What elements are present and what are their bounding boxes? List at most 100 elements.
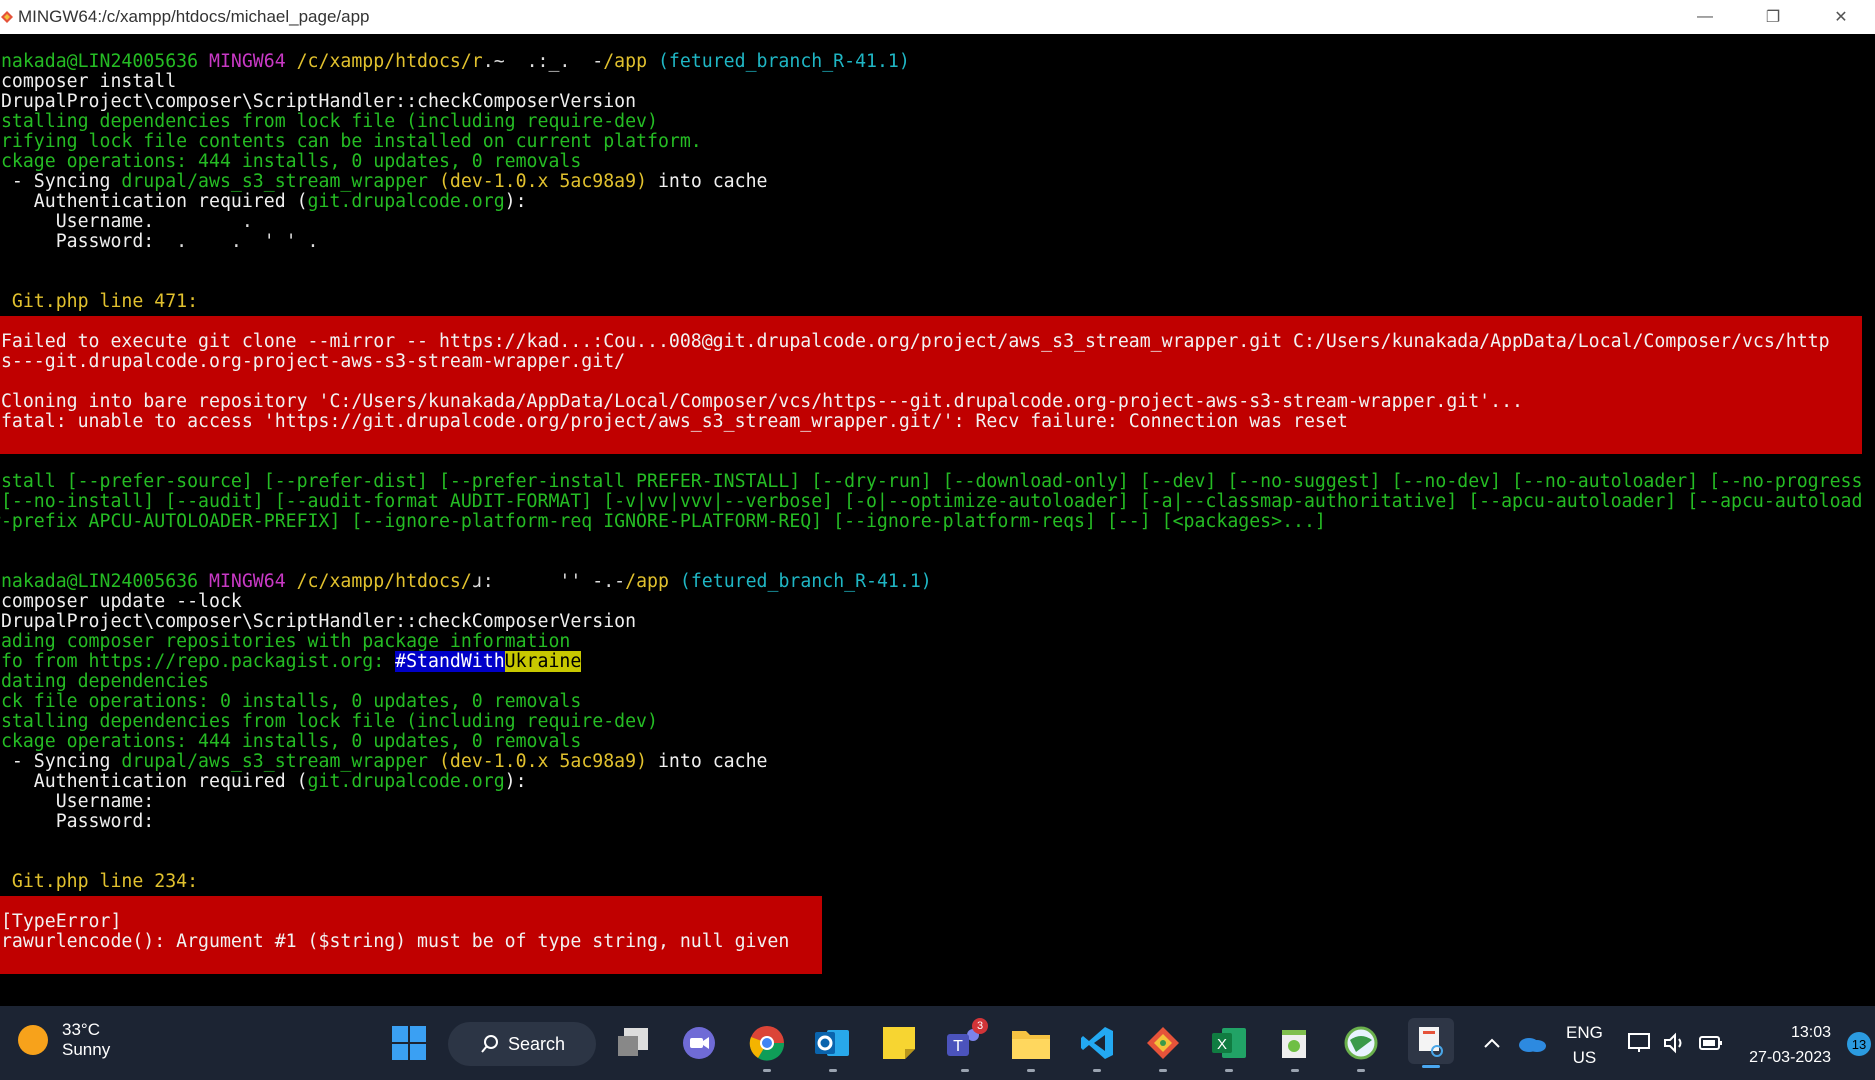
close-icon: ✕ [1834, 9, 1848, 26]
weather-condition: Sunny [62, 1040, 111, 1059]
svg-text:T: T [953, 1038, 963, 1055]
windows-icon [392, 1026, 426, 1060]
network-button[interactable] [1624, 1024, 1654, 1062]
video-chat-icon [683, 1027, 715, 1059]
output-line: n Git.php line 471: [0, 291, 199, 312]
file-explorer-button[interactable] [1012, 1024, 1050, 1072]
teams-button[interactable]: T 3 [946, 1018, 988, 1072]
weather-widget[interactable]: 33°C Sunny [18, 1020, 110, 1060]
sticky-notes-icon [883, 1027, 915, 1059]
running-indicator [1291, 1069, 1299, 1072]
snipping-tool-button[interactable] [1408, 1018, 1454, 1068]
onedrive-button[interactable] [1514, 1024, 1550, 1062]
onedrive-icon [1519, 1038, 1546, 1052]
output-line: Username: [0, 791, 155, 812]
vscode-icon [1081, 1027, 1113, 1059]
notepad-icon [1282, 1030, 1306, 1058]
excel-icon: X [1212, 1028, 1246, 1058]
window-title: MINGW64:/c/xampp/htdocs/michael_page/app [18, 7, 370, 26]
excel-button[interactable]: X [1210, 1024, 1248, 1072]
task-view-button[interactable] [614, 1024, 652, 1062]
taskbar: 33°C Sunny Search T 3 X ENG US 13:03 27-… [0, 1006, 1875, 1080]
language-indicator[interactable]: ENG US [1566, 1020, 1603, 1070]
speaker-icon [1664, 1032, 1682, 1054]
teams-chat-button[interactable] [680, 1024, 718, 1062]
search-label: Search [508, 1033, 566, 1054]
error-line: fatal: unable to access 'https://git.dru… [0, 411, 1348, 432]
minimize-button[interactable]: — [1671, 0, 1739, 34]
git-bash-icon [1, 11, 13, 23]
language-code: ENG [1566, 1023, 1603, 1042]
volume-button[interactable] [1660, 1024, 1690, 1062]
output-line: Username. . [0, 211, 253, 232]
browser-globe-button[interactable] [1342, 1024, 1380, 1072]
output-line: - Syncing drupal/aws_s3_stream_wrapper (… [0, 171, 768, 192]
task-view-icon [618, 1028, 648, 1056]
error-line: rawurlencode(): Argument #1 ($string) mu… [0, 931, 790, 952]
output-line: ackage operations: 444 installs, 0 updat… [0, 731, 582, 752]
output-line: Password: . . ' ' . [0, 231, 319, 252]
show-hidden-icons-button[interactable] [1477, 1024, 1507, 1062]
notification-badge[interactable]: 13 [1847, 1032, 1871, 1056]
sticky-notes-button[interactable] [880, 1024, 918, 1062]
running-indicator [1357, 1069, 1365, 1072]
output-line: pdating dependencies [0, 671, 209, 692]
error-line: s---git.drupalcode.org-project-aws-s3-st… [0, 351, 626, 372]
battery-icon [1699, 1036, 1722, 1050]
outlook-icon [815, 1030, 849, 1056]
git-icon [1147, 1027, 1179, 1059]
output-line: [--no-install] [--audit] [--audit-format… [0, 491, 1863, 512]
start-button[interactable] [390, 1024, 428, 1062]
close-button[interactable]: ✕ [1807, 0, 1875, 34]
running-indicator [961, 1069, 969, 1072]
globe-icon [1344, 1026, 1378, 1060]
output-line: nstalling dependencies from lock file (i… [0, 111, 658, 132]
clock-date: 27-03-2023 [1749, 1049, 1831, 1066]
error-line: Cloning into bare repository 'C:/Users/k… [0, 391, 1523, 412]
output-line: erifying lock file contents can be insta… [0, 131, 702, 152]
window-titlebar: MINGW64:/c/xampp/htdocs/michael_page/app… [0, 0, 1875, 34]
outlook-button[interactable] [814, 1024, 852, 1072]
output-line: nstall [--prefer-source] [--prefer-dist]… [0, 471, 1863, 492]
output-line: ackage operations: 444 installs, 0 updat… [0, 151, 582, 172]
system-clock[interactable]: 13:03 27-03-2023 [1749, 1020, 1831, 1070]
output-line: DrupalProject\composer\ScriptHandler::ch… [0, 91, 637, 112]
output-line: Authentication required (git.drupalcode.… [0, 191, 527, 212]
battery-button[interactable] [1696, 1024, 1726, 1062]
running-indicator [1027, 1069, 1035, 1072]
output-line: DrupalProject\composer\ScriptHandler::ch… [0, 611, 637, 632]
error-line: Failed to execute git clone --mirror -- … [0, 331, 1830, 352]
output-line: nstalling dependencies from lock file (i… [0, 711, 658, 732]
notepad-plus-button[interactable] [1276, 1024, 1314, 1072]
svg-text:X: X [1217, 1036, 1227, 1053]
chrome-icon [749, 1026, 785, 1061]
snipping-tool-icon [1419, 1027, 1443, 1057]
git-button[interactable] [1144, 1024, 1182, 1072]
region-code: US [1572, 1048, 1597, 1067]
output-line: Authentication required (git.drupalcode.… [0, 771, 527, 792]
chrome-button[interactable] [748, 1024, 786, 1072]
search-icon [481, 1035, 498, 1053]
chevron-up-icon [1484, 1038, 1500, 1048]
running-indicator [763, 1069, 771, 1072]
running-indicator [1225, 1069, 1233, 1072]
output-line: - Syncing drupal/aws_s3_stream_wrapper (… [0, 751, 768, 772]
output-line: nfo from https://repo.packagist.org: #St… [0, 651, 582, 672]
minimize-icon: — [1697, 8, 1713, 25]
output-line: Password: [0, 811, 155, 832]
running-indicator [1159, 1069, 1167, 1072]
command-line: composer install [0, 71, 177, 92]
taskbar-search[interactable]: Search [448, 1022, 596, 1066]
restore-button[interactable]: ❐ [1739, 0, 1807, 34]
vscode-button[interactable] [1078, 1024, 1116, 1072]
restore-icon: ❐ [1765, 9, 1781, 26]
output-line: oading composer repositories with packag… [0, 631, 571, 652]
prompt-line: unakada@LIN24005636 MINGW64 /c/xampp/htd… [0, 51, 910, 72]
running-indicator [1093, 1069, 1101, 1072]
weather-temp: 33°C [62, 1020, 100, 1039]
terminal-output[interactable]: unakada@LIN24005636 MINGW64 /c/xampp/htd… [0, 34, 1875, 1006]
output-line: ock file operations: 0 installs, 0 updat… [0, 691, 582, 712]
sun-icon [18, 1025, 48, 1055]
teams-badge: 3 [972, 1018, 988, 1034]
network-icon [1628, 1033, 1650, 1052]
